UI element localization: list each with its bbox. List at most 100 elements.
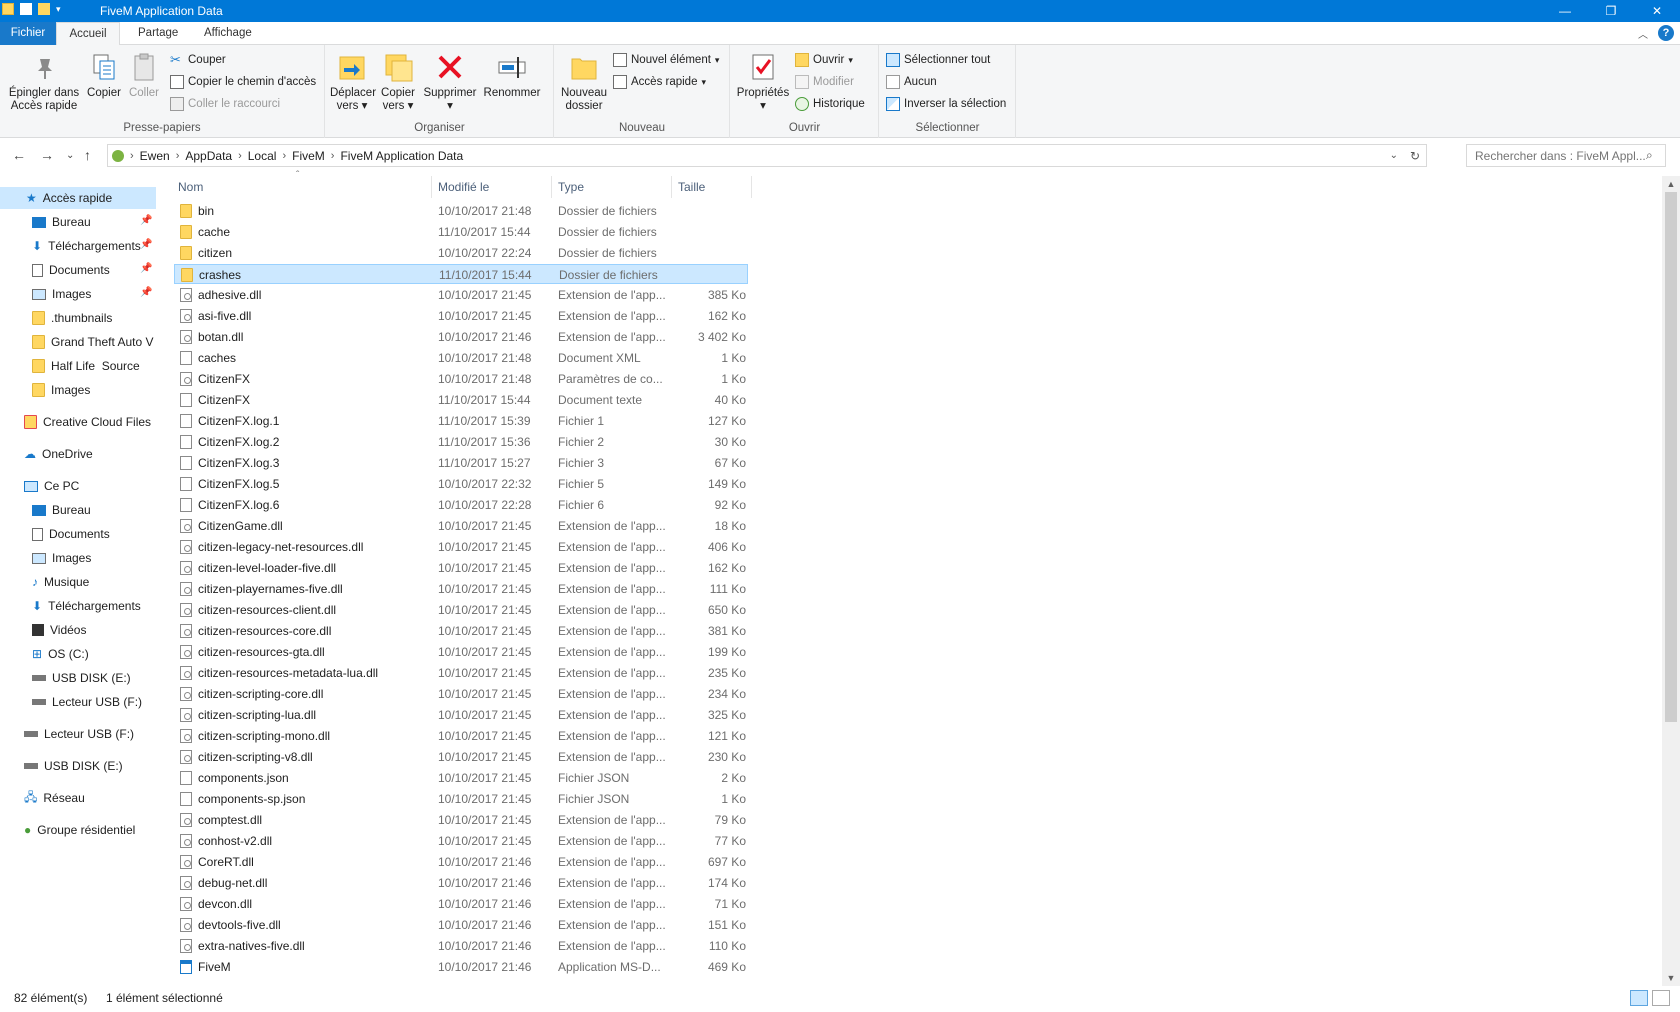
nav-pc-drive-c[interactable]: ⊞ OS (C:) [32, 643, 89, 665]
table-row[interactable]: citizen-resources-gta.dll 10/10/2017 21:4… [174, 642, 748, 662]
tab-share[interactable]: Partage [126, 22, 190, 45]
breadcrumb-current[interactable]: FiveM Application Data [334, 149, 469, 163]
properties-dropdown-icon[interactable]: ▾ [735, 100, 791, 113]
table-row[interactable]: citizen-playernames-five.dll 10/10/2017 2… [174, 579, 748, 599]
table-row[interactable]: devtools-five.dll 10/10/2017 21:46 Extensi… [174, 915, 748, 935]
properties-button[interactable]: Propriétés ▾ [735, 51, 791, 113]
paste-shortcut-button[interactable]: Coller le raccourci [170, 94, 280, 114]
paste-button[interactable]: Coller [126, 51, 162, 100]
up-arrow-icon[interactable]: ↑ [84, 147, 91, 163]
table-row[interactable]: CitizenFX.log.2 11/10/2017 15:36 Fichier 2… [174, 432, 748, 452]
close-button[interactable]: ✕ [1634, 0, 1680, 22]
nav-half-life[interactable]: Half Life Source [32, 355, 140, 377]
help-icon[interactable]: ? [1658, 25, 1674, 41]
table-row[interactable]: citizen-scripting-core.dll 10/10/2017 21:… [174, 684, 748, 704]
nav-usb-e[interactable]: USB DISK (E:) [24, 755, 123, 777]
table-row[interactable]: adhesive.dll 10/10/2017 21:45 Extension de… [174, 285, 748, 305]
forward-arrow-icon[interactable]: → [40, 147, 54, 163]
nav-onedrive[interactable]: ☁ OneDrive [24, 443, 93, 465]
nav-pc-drive-f[interactable]: Lecteur USB (F:) [32, 691, 142, 713]
easy-access-button[interactable]: Accès rapide ▾ [613, 72, 706, 92]
nav-images-pinned[interactable]: Images [32, 283, 91, 305]
table-row[interactable]: CitizenFX.log.5 10/10/2017 22:32 Fichier 5… [174, 474, 748, 494]
table-row[interactable]: bin 10/10/2017 21:48 Dossier de fichiers [174, 201, 748, 221]
move-to-button[interactable]: Déplacer vers ▾ [330, 51, 376, 113]
pin-icon[interactable]: 📌 [140, 287, 152, 298]
minimize-button[interactable]: — [1542, 0, 1588, 22]
nav-quick-access[interactable]: ★ Accès rapide [0, 187, 156, 209]
breadcrumb-local[interactable]: Local [242, 149, 283, 163]
nav-homegroup[interactable]: ● Groupe résidentiel [24, 819, 135, 841]
rename-button[interactable]: Renommer [482, 51, 542, 100]
table-row[interactable]: crashes 11/10/2017 15:44 Dossier de fichie… [174, 264, 748, 284]
table-row[interactable]: citizen-resources-client.dll 10/10/2017 2… [174, 600, 748, 620]
breadcrumb-separator[interactable]: › [124, 150, 134, 162]
column-header-modified[interactable]: Modifié le [432, 176, 552, 198]
history-button[interactable]: Historique [795, 94, 865, 114]
table-row[interactable]: citizen-resources-metadata-lua.dll 10/10/… [174, 663, 748, 683]
new-folder-quick-icon[interactable] [38, 3, 50, 15]
recent-locations-icon[interactable]: ⌄ [66, 150, 74, 161]
table-row[interactable]: FiveM 10/10/2017 21:46 Application MS-D...… [174, 957, 748, 977]
nav-downloads-pinned[interactable]: ⬇ Téléchargements [32, 235, 142, 257]
table-row[interactable]: CoreRT.dll 10/10/2017 21:46 Extension de l… [174, 852, 748, 872]
tab-home[interactable]: Accueil [56, 22, 120, 46]
nav-pc-music[interactable]: ♪ Musique [32, 571, 89, 593]
column-header-size[interactable]: Taille [672, 176, 752, 198]
table-row[interactable]: cache 11/10/2017 15:44 Dossier de fichiers [174, 222, 748, 242]
table-row[interactable]: extra-natives-five.dll 10/10/2017 21:46 Ex… [174, 936, 748, 956]
table-row[interactable]: components.json 10/10/2017 21:45 Fichier J… [174, 768, 748, 788]
nav-network[interactable]: 🖧 Réseau [24, 787, 85, 809]
table-row[interactable]: debug-net.dll 10/10/2017 21:46 Extension d… [174, 873, 748, 893]
scroll-up-icon[interactable]: ▲ [1662, 176, 1680, 192]
table-row[interactable]: CitizenGame.dll 10/10/2017 21:45 Extension… [174, 516, 748, 536]
nav-pc-documents[interactable]: Documents [32, 523, 110, 545]
breadcrumb-appdata[interactable]: AppData [179, 149, 238, 163]
large-icons-view-icon[interactable] [1652, 990, 1670, 1006]
table-row[interactable]: components-sp.json 10/10/2017 21:45 Fichie… [174, 789, 748, 809]
copy-path-button[interactable]: Copier le chemin d'accès [170, 72, 316, 92]
copy-to-button[interactable]: Copier vers ▾ [378, 51, 418, 113]
nav-pc-drive-e[interactable]: USB DISK (E:) [32, 667, 131, 689]
copy-button[interactable]: Copier [84, 51, 124, 100]
table-row[interactable]: citizen-scripting-lua.dll 10/10/2017 21:4… [174, 705, 748, 725]
address-dropdown-icon[interactable]: ⌄ [1390, 150, 1398, 161]
details-view-icon[interactable] [1630, 990, 1648, 1006]
table-row[interactable]: CitizenFX.log.3 11/10/2017 15:27 Fichier 3… [174, 453, 748, 473]
table-row[interactable]: CitizenFX.log.1 11/10/2017 15:39 Fichier 1… [174, 411, 748, 431]
address-bar[interactable]: › Ewen › AppData › Local › FiveM › FiveM… [107, 144, 1427, 167]
collapse-ribbon-icon[interactable]: ︿ [1638, 26, 1648, 41]
table-row[interactable]: comptest.dll 10/10/2017 21:45 Extension de… [174, 810, 748, 830]
nav-pc-downloads[interactable]: ⬇ Téléchargements [32, 595, 141, 617]
table-row[interactable]: CitizenFX.log.6 10/10/2017 22:28 Fichier 6… [174, 495, 748, 515]
table-row[interactable]: citizen-scripting-mono.dll 10/10/2017 21:… [174, 726, 748, 746]
delete-button[interactable]: Supprimer ▾ [422, 51, 478, 113]
open-button[interactable]: Ouvrir ▾ [795, 50, 853, 70]
nav-images-folder[interactable]: Images [32, 379, 90, 401]
nav-pc-images[interactable]: Images [32, 547, 91, 569]
back-arrow-icon[interactable]: ← [12, 147, 26, 163]
delete-dropdown-icon[interactable]: ▾ [422, 100, 478, 113]
select-all-button[interactable]: Sélectionner tout [886, 50, 990, 70]
pin-icon[interactable]: 📌 [140, 215, 152, 226]
restore-button[interactable]: ❐ [1588, 0, 1634, 22]
tab-view[interactable]: Affichage [192, 22, 264, 45]
table-row[interactable]: citizen-level-loader-five.dll 10/10/2017 … [174, 558, 748, 578]
refresh-icon[interactable]: ↻ [1410, 149, 1420, 163]
search-input[interactable] [1466, 144, 1666, 167]
table-row[interactable]: botan.dll 10/10/2017 21:46 Extension de l'… [174, 327, 748, 347]
scroll-down-icon[interactable]: ▼ [1662, 970, 1680, 986]
column-header-name[interactable]: Nom [172, 176, 432, 198]
table-row[interactable]: citizen-scripting-v8.dll 10/10/2017 21:45… [174, 747, 748, 767]
table-row[interactable]: conhost-v2.dll 10/10/2017 21:45 Extension … [174, 831, 748, 851]
table-row[interactable]: CitizenFX 10/10/2017 21:48 Paramètres de c… [174, 369, 748, 389]
nav-usb-f[interactable]: Lecteur USB (F:) [24, 723, 134, 745]
new-folder-button[interactable]: Nouveau dossier [559, 51, 609, 113]
table-row[interactable]: citizen 10/10/2017 22:24 Dossier de fichie… [174, 243, 748, 263]
search-icon[interactable]: ⌕ [1646, 148, 1653, 163]
breadcrumb-fivem[interactable]: FiveM [286, 149, 331, 163]
cut-button[interactable]: ✂ Couper [170, 50, 226, 70]
chevron-down-icon[interactable]: ▾ [56, 4, 61, 15]
table-row[interactable]: asi-five.dll 10/10/2017 21:45 Extension de… [174, 306, 748, 326]
table-row[interactable]: citizen-legacy-net-resources.dll 10/10/20… [174, 537, 748, 557]
